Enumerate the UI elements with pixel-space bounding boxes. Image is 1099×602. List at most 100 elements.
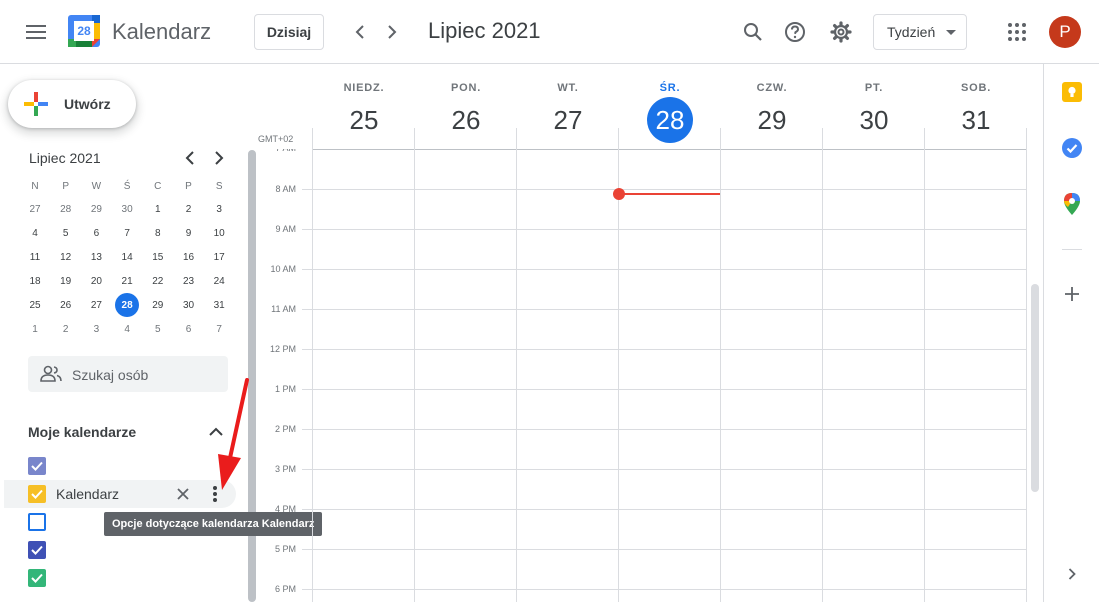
mini-calendar-day[interactable]: 31 — [207, 293, 231, 317]
day-name: ŚR. — [659, 82, 681, 94]
mini-calendar-day[interactable]: 30 — [115, 197, 139, 221]
mini-calendar-day[interactable]: 7 — [207, 317, 231, 341]
account-avatar[interactable]: P — [1049, 16, 1081, 48]
mini-calendar-day[interactable]: 12 — [54, 245, 78, 269]
previous-week-button[interactable] — [344, 16, 376, 48]
mini-calendar-day[interactable]: 9 — [177, 221, 201, 245]
mini-calendar-day[interactable]: 3 — [207, 197, 231, 221]
mini-calendar-day[interactable]: 29 — [146, 293, 170, 317]
next-week-button[interactable] — [376, 16, 408, 48]
view-selector[interactable]: Tydzień — [873, 14, 967, 50]
calendar-logo[interactable]: 28 — [68, 15, 100, 47]
dropdown-caret-icon — [946, 30, 956, 35]
mini-calendar-day[interactable]: 23 — [177, 269, 201, 293]
remove-calendar-button[interactable] — [167, 478, 199, 510]
calendar-name[interactable]: Kalendarz — [56, 486, 119, 502]
mini-calendar-day[interactable]: 19 — [54, 269, 78, 293]
mini-calendar-day[interactable]: 2 — [54, 317, 78, 341]
help-button[interactable] — [775, 12, 815, 52]
hour-gridline — [302, 349, 1026, 350]
mini-calendar-day[interactable]: 11 — [23, 245, 47, 269]
google-apps-button[interactable] — [997, 12, 1037, 52]
mini-calendar-day[interactable]: 30 — [177, 293, 201, 317]
expand-side-panel-button[interactable] — [1052, 554, 1092, 594]
mini-calendar-day[interactable]: 1 — [146, 197, 170, 221]
mini-calendar-day[interactable]: 27 — [84, 293, 108, 317]
main-menu-button[interactable] — [16, 12, 56, 52]
create-button[interactable]: Utwórz — [8, 80, 136, 128]
mini-calendar-day[interactable]: 6 — [177, 317, 201, 341]
day-number-today[interactable]: 28 — [647, 97, 693, 143]
hour-gridline — [302, 589, 1026, 590]
calendar-options-tooltip: Opcje dotyczące kalendarza Kalendarz — [104, 512, 323, 536]
calendar-checkbox[interactable] — [28, 457, 46, 475]
mini-calendar-weekday: C — [154, 180, 162, 192]
mini-calendar-prev-button[interactable] — [174, 142, 206, 174]
mini-calendar-day[interactable]: 10 — [207, 221, 231, 245]
mini-calendar-day[interactable]: 4 — [23, 221, 47, 245]
mini-calendar-day[interactable]: 5 — [146, 317, 170, 341]
mini-calendar-day[interactable]: 18 — [23, 269, 47, 293]
maps-button[interactable] — [1052, 184, 1092, 224]
mini-calendar-weekday: P — [62, 180, 70, 192]
calendar-checkbox-kalendarz[interactable] — [28, 485, 46, 503]
mini-calendar-day[interactable]: 2 — [177, 197, 201, 221]
search-button[interactable] — [733, 12, 773, 52]
mini-calendar-day[interactable]: 24 — [207, 269, 231, 293]
people-search[interactable]: Szukaj osób — [28, 356, 228, 392]
annotation-arrow — [218, 378, 249, 490]
hour-label: 9 AM — [275, 224, 296, 234]
mini-calendar-day[interactable]: 28 — [54, 197, 78, 221]
mini-calendar-next-button[interactable] — [203, 142, 235, 174]
hour-gridline — [302, 469, 1026, 470]
day-name: WT. — [557, 82, 579, 94]
my-calendars-title[interactable]: Moje kalendarze — [28, 424, 136, 440]
mini-calendar-day[interactable]: 22 — [146, 269, 170, 293]
mini-calendar-day[interactable]: 13 — [84, 245, 108, 269]
mini-calendar-day[interactable]: 29 — [84, 197, 108, 221]
day-number[interactable]: 26 — [443, 97, 489, 143]
mini-calendar-day[interactable]: 26 — [54, 293, 78, 317]
maps-pin-icon — [1064, 193, 1080, 215]
mini-calendar-day[interactable]: 3 — [84, 317, 108, 341]
hour-label: 5 PM — [274, 544, 296, 554]
mini-calendar-day[interactable]: 6 — [84, 221, 108, 245]
mini-calendar-day[interactable]: 5 — [54, 221, 78, 245]
mini-calendar-day[interactable]: 14 — [115, 245, 139, 269]
get-addons-button[interactable] — [1052, 274, 1092, 314]
keep-button[interactable] — [1052, 72, 1092, 112]
help-icon — [785, 22, 805, 42]
mini-calendar-day[interactable]: 15 — [146, 245, 170, 269]
settings-button[interactable] — [821, 12, 861, 52]
calendar-checkbox[interactable] — [28, 541, 46, 559]
today-button[interactable]: Dzisiaj — [254, 14, 324, 50]
mini-calendar-day[interactable]: 20 — [84, 269, 108, 293]
logo-day-number: 28 — [77, 24, 91, 38]
tasks-icon — [1062, 138, 1082, 158]
checkmark-icon — [31, 573, 43, 583]
day-number[interactable]: 25 — [341, 97, 387, 143]
day-number[interactable]: 31 — [953, 97, 999, 143]
mini-calendar-day-today[interactable]: 28 — [115, 293, 140, 317]
checkmark-icon — [31, 489, 43, 499]
day-number[interactable]: 27 — [545, 97, 591, 143]
tasks-button[interactable] — [1052, 128, 1092, 168]
hour-label: 7 AM — [275, 143, 296, 153]
mini-calendar-day[interactable]: 27 — [23, 197, 47, 221]
calendar-checkbox[interactable] — [28, 569, 46, 587]
hour-label: 3 PM — [274, 464, 296, 474]
mini-calendar-day[interactable]: 1 — [23, 317, 47, 341]
mini-calendar-day[interactable]: 21 — [115, 269, 139, 293]
mini-calendar-day[interactable]: 17 — [207, 245, 231, 269]
mini-calendar-title: Lipiec 2021 — [29, 150, 101, 166]
mini-calendar-day[interactable]: 25 — [23, 293, 47, 317]
mini-calendar-day[interactable]: 7 — [115, 221, 139, 245]
calendar-checkbox[interactable] — [28, 513, 46, 531]
day-column-divider — [516, 128, 517, 602]
grid-scrollbar[interactable] — [1031, 284, 1039, 492]
mini-calendar-day[interactable]: 16 — [177, 245, 201, 269]
day-number[interactable]: 29 — [749, 97, 795, 143]
mini-calendar-day[interactable]: 8 — [146, 221, 170, 245]
mini-calendar-day[interactable]: 4 — [115, 317, 139, 341]
day-number[interactable]: 30 — [851, 97, 897, 143]
